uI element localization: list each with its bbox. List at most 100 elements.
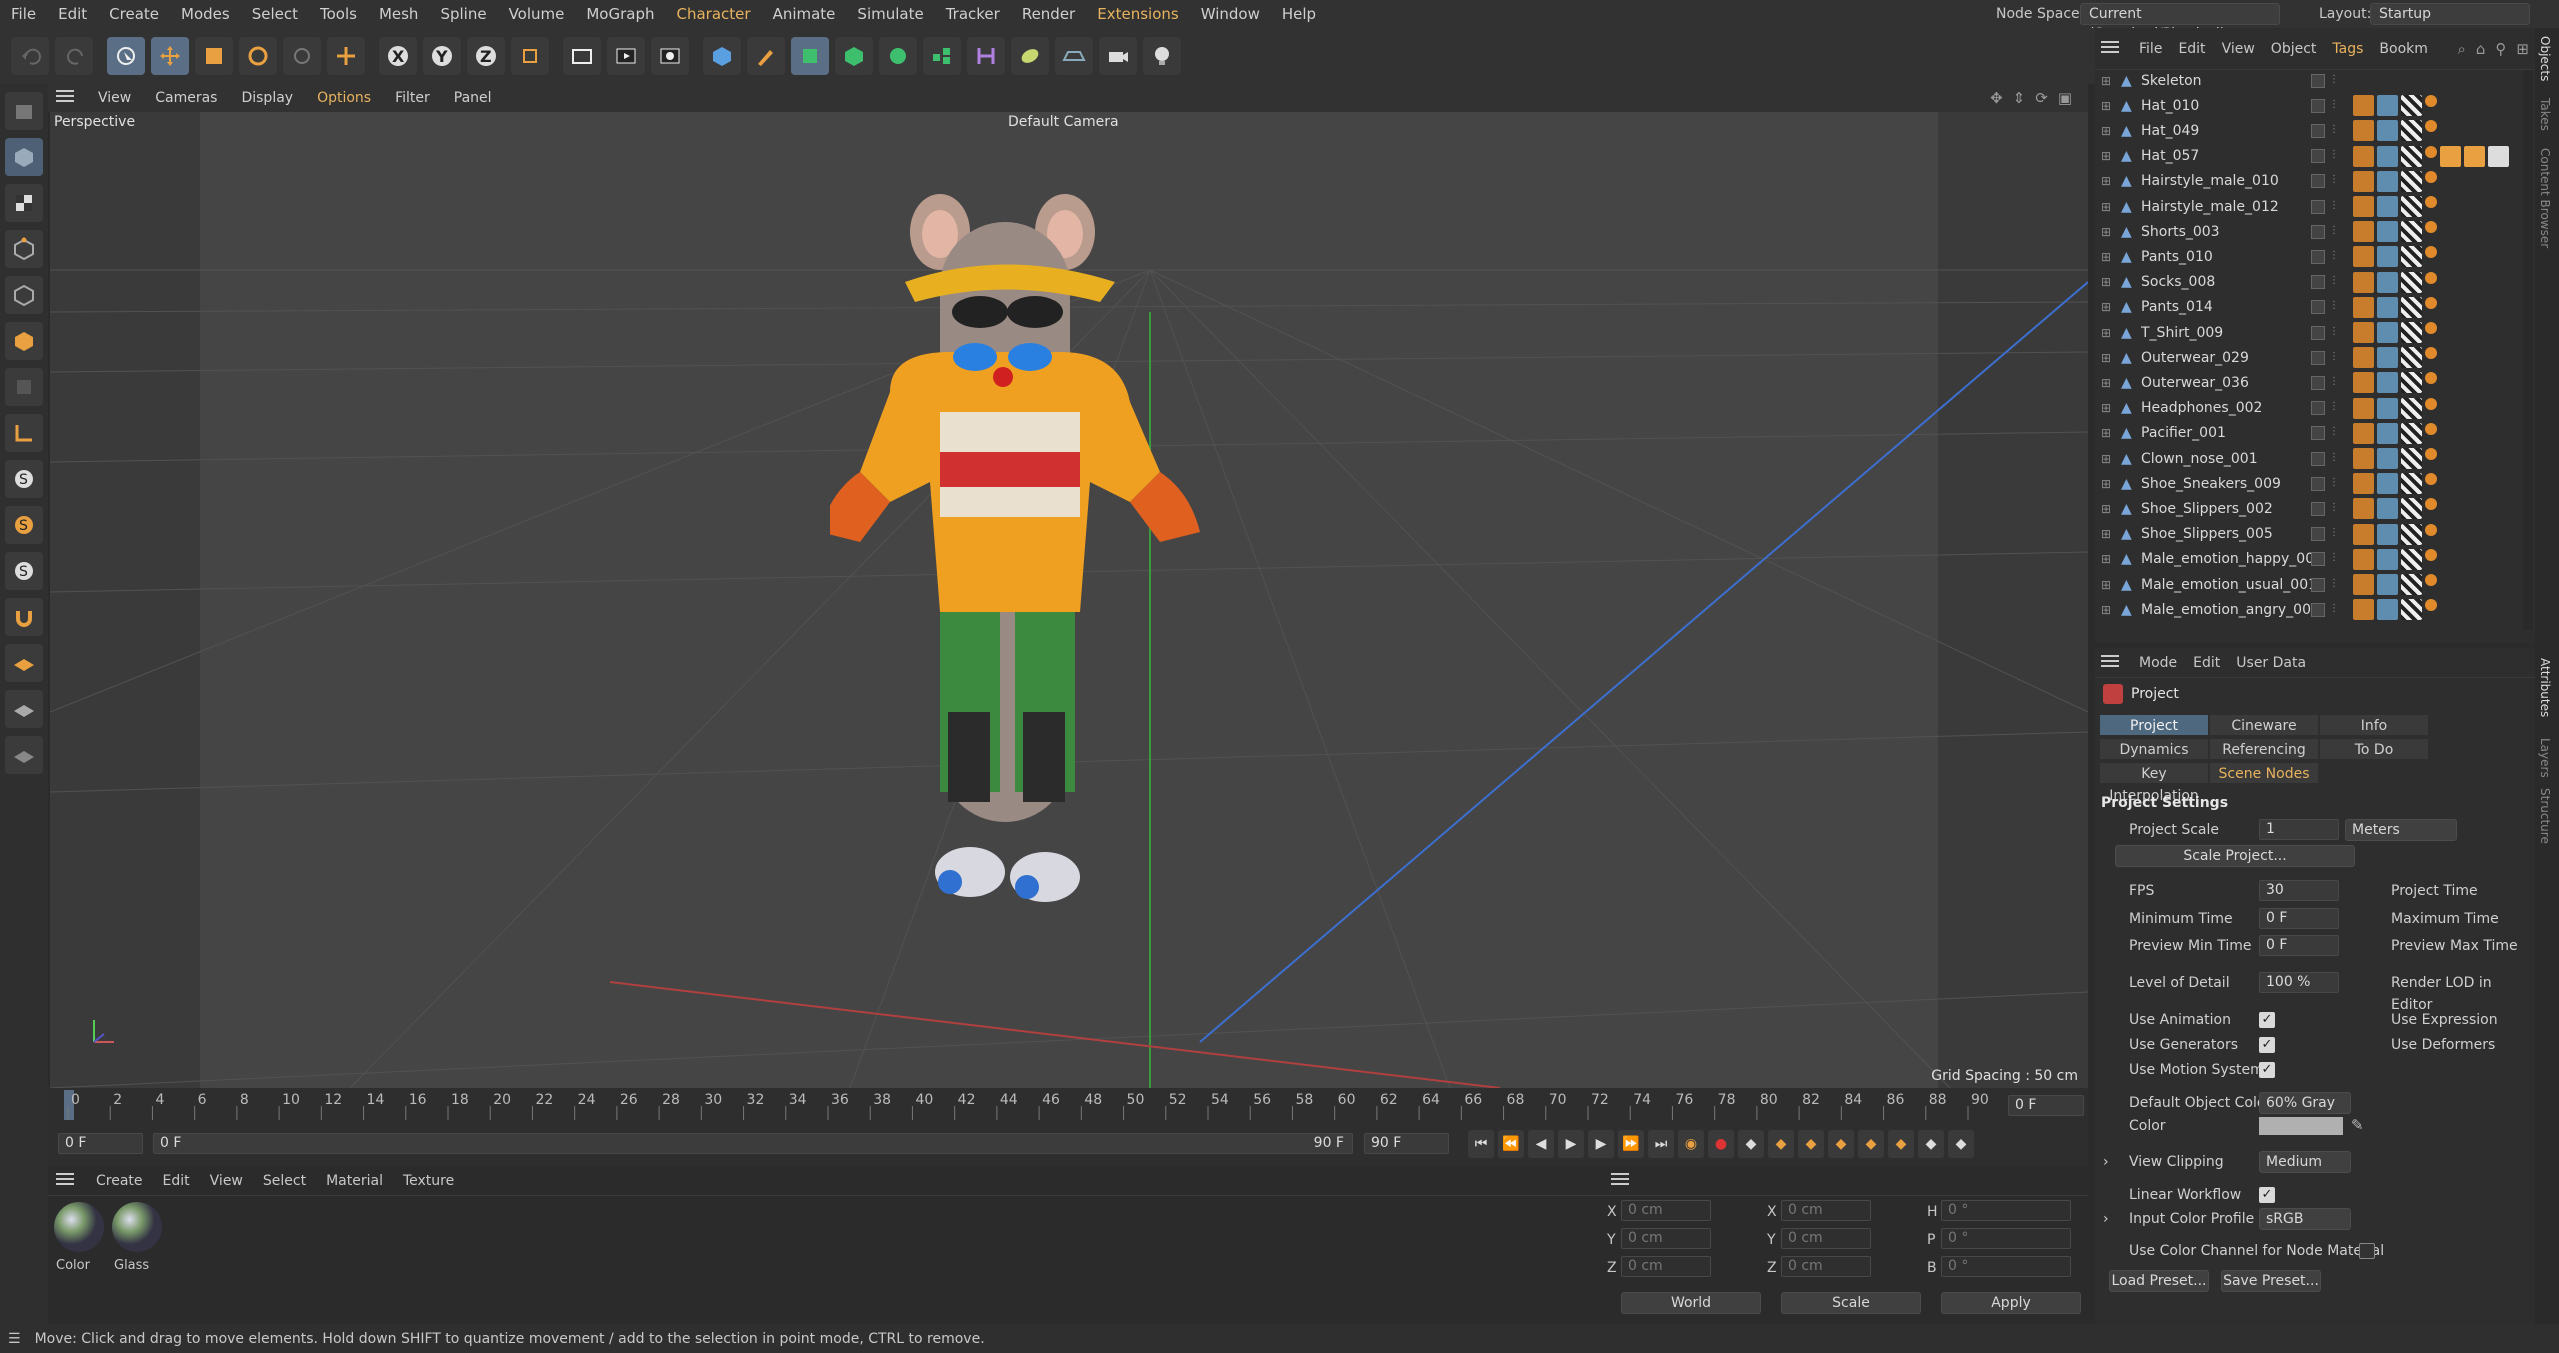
- visibility-dots-icon[interactable]: ⋮: [2329, 300, 2339, 314]
- snap-settings-icon[interactable]: S: [5, 506, 43, 544]
- edit-icon[interactable]: [2311, 401, 2325, 416]
- autokey-icon[interactable]: ◉: [1678, 1130, 1704, 1158]
- visibility-dots-icon[interactable]: ⋮: [2329, 426, 2339, 440]
- object-name[interactable]: Male_emotion_angry_003: [2141, 602, 2320, 618]
- input-profile-select[interactable]: sRGB: [2259, 1208, 2351, 1230]
- coord-mode-select[interactable]: World: [1621, 1292, 1761, 1314]
- visibility-dots-icon[interactable]: ⋮: [2329, 275, 2339, 289]
- pan-icon[interactable]: ✥: [1990, 89, 2003, 107]
- visibility-controls[interactable]: ⋮: [2311, 602, 2339, 617]
- expand-icon[interactable]: ⊞: [2101, 250, 2111, 264]
- texture-tag-icon[interactable]: [2401, 196, 2422, 217]
- object-menu-bookm[interactable]: Bookm: [2371, 41, 2435, 57]
- light-icon[interactable]: [1143, 37, 1181, 75]
- object-name[interactable]: Clown_nose_001: [2141, 451, 2258, 467]
- object-name[interactable]: Pacifier_001: [2141, 425, 2226, 441]
- skin-tag-icon[interactable]: [2353, 145, 2374, 167]
- expand-icon[interactable]: ⊞: [2101, 527, 2111, 541]
- texture-tag-icon[interactable]: [2401, 120, 2422, 142]
- skin-tag-icon[interactable]: [2353, 271, 2374, 293]
- end-frame-field[interactable]: 90 F: [1364, 1133, 1449, 1154]
- material-menu-view[interactable]: View: [200, 1173, 253, 1189]
- coord-size-field[interactable]: 0 cm: [1781, 1228, 1871, 1249]
- rotate-key-icon[interactable]: ◆: [1828, 1130, 1854, 1158]
- tab-attributes[interactable]: Attributes: [2538, 658, 2552, 717]
- play-icon[interactable]: ▶: [1558, 1130, 1584, 1158]
- material-tag-icon[interactable]: [2377, 397, 2398, 419]
- visibility-controls[interactable]: ⋮: [2311, 401, 2339, 416]
- expand-icon[interactable]: ⊞: [2101, 603, 2111, 617]
- material-tag-icon[interactable]: [2377, 296, 2398, 318]
- ik-tag-icon[interactable]: [2425, 372, 2437, 385]
- texture-tag-icon[interactable]: [2401, 95, 2422, 117]
- expand-arrow-icon[interactable]: ›: [2103, 1151, 2109, 1173]
- visibility-dots-icon[interactable]: ⋮: [2329, 99, 2339, 113]
- coord-rotation-field[interactable]: 0 °: [1941, 1228, 2071, 1249]
- edit-icon[interactable]: [2311, 350, 2325, 365]
- skin-tag-icon[interactable]: [2353, 196, 2374, 217]
- visibility-controls[interactable]: ⋮: [2311, 98, 2339, 113]
- maximize-icon[interactable]: ▣: [2058, 89, 2072, 107]
- object-row[interactable]: ⊞ ▲ Shoe_Slippers_002 ⋮: [2095, 496, 2515, 521]
- edit-icon[interactable]: [2311, 149, 2325, 164]
- floor-icon[interactable]: [1055, 37, 1093, 75]
- object-name[interactable]: Male_emotion_usual_001: [2141, 577, 2317, 593]
- expand-icon[interactable]: ⊞: [2101, 578, 2111, 592]
- edit-icon[interactable]: [2311, 501, 2325, 516]
- object-name[interactable]: Headphones_002: [2141, 400, 2262, 416]
- hamburger-icon[interactable]: [2101, 39, 2131, 59]
- skin-tag-icon[interactable]: [2353, 498, 2374, 520]
- object-row[interactable]: ⊞ ▲ Hairstyle_male_012 ⋮: [2095, 194, 2515, 219]
- expand-icon[interactable]: ⊞: [2101, 74, 2111, 88]
- tab-layers[interactable]: Layers: [2538, 738, 2552, 778]
- apply-button[interactable]: Apply: [1941, 1292, 2081, 1314]
- object-row[interactable]: ⊞ ▲ Outerwear_029 ⋮: [2095, 345, 2515, 370]
- menu-create[interactable]: Create: [98, 0, 170, 28]
- object-name[interactable]: T_Shirt_009: [2141, 325, 2223, 341]
- model-mode-icon[interactable]: [5, 138, 43, 176]
- visibility-dots-icon[interactable]: ⋮: [2329, 124, 2339, 138]
- visibility-dots-icon[interactable]: ⋮: [2329, 351, 2339, 365]
- axis-mode-icon[interactable]: [5, 414, 43, 452]
- texture-tag-icon[interactable]: [2401, 221, 2422, 243]
- texture-tag-icon[interactable]: [2401, 448, 2422, 469]
- node-space-select[interactable]: Current (Standard/Physical): [2080, 3, 2280, 42]
- material-tag-icon[interactable]: [2377, 145, 2398, 167]
- skin-tag-icon[interactable]: [2353, 523, 2374, 545]
- z-axis-icon[interactable]: Z: [467, 37, 505, 75]
- visibility-controls[interactable]: ⋮: [2311, 149, 2339, 164]
- viewport-menu-display[interactable]: Display: [229, 90, 305, 106]
- menu-help[interactable]: Help: [1271, 0, 1327, 28]
- material-tag-icon[interactable]: [2377, 448, 2398, 469]
- material-swatch-glass[interactable]: Glass: [110, 1200, 164, 1276]
- recent-tool-icon[interactable]: [283, 37, 321, 75]
- viewport-menu-filter[interactable]: Filter: [383, 90, 442, 106]
- menu-volume[interactable]: Volume: [498, 0, 576, 28]
- visibility-controls[interactable]: ⋮: [2311, 451, 2339, 466]
- ik-tag-icon[interactable]: [2425, 221, 2437, 234]
- expand-icon[interactable]: ⊞: [2101, 225, 2111, 239]
- visibility-controls[interactable]: ⋮: [2311, 426, 2339, 441]
- edit-icon[interactable]: [2311, 249, 2325, 264]
- texture-tag-icon[interactable]: [2401, 422, 2422, 444]
- object-name[interactable]: Shoe_Slippers_005: [2141, 526, 2273, 542]
- object-name[interactable]: Outerwear_029: [2141, 350, 2249, 366]
- object-menu-view[interactable]: View: [2214, 41, 2263, 57]
- viewport-menu-view[interactable]: View: [86, 90, 143, 106]
- visibility-controls[interactable]: ⋮: [2311, 249, 2339, 264]
- prev-frame-icon[interactable]: ◀: [1528, 1130, 1554, 1158]
- object-name[interactable]: Male_emotion_happy_002: [2141, 551, 2323, 567]
- material-tag-icon[interactable]: [2377, 372, 2398, 394]
- skin-tag-icon[interactable]: [2353, 246, 2374, 268]
- next-key-icon[interactable]: ⏩: [1618, 1130, 1644, 1158]
- attr-menu-edit[interactable]: Edit: [2185, 655, 2228, 671]
- linear-workflow-checkbox[interactable]: ✓: [2259, 1187, 2275, 1203]
- object-row[interactable]: ⊞ ▲ Headphones_002 ⋮: [2095, 396, 2515, 421]
- material-tag-icon[interactable]: [2377, 548, 2398, 570]
- param-key-icon[interactable]: ◆: [1858, 1130, 1884, 1158]
- edit-icon[interactable]: [2311, 123, 2325, 138]
- visibility-dots-icon[interactable]: ⋮: [2329, 250, 2339, 264]
- texture-tag-icon[interactable]: [2401, 574, 2422, 595]
- edit-icon[interactable]: [2311, 527, 2325, 542]
- ik-tag-icon[interactable]: [2425, 347, 2437, 360]
